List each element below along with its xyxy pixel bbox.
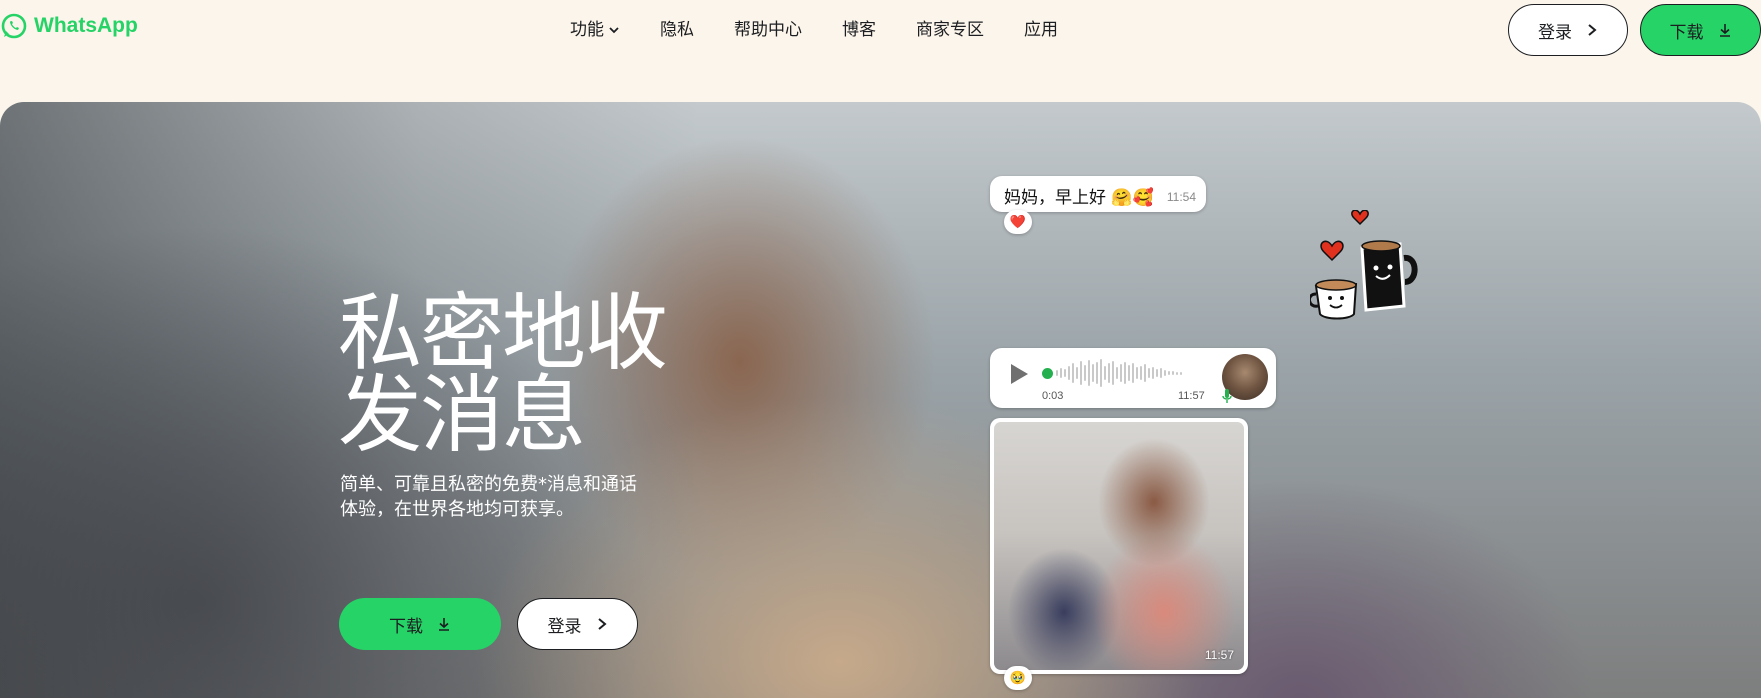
whatsapp-logo-icon bbox=[1, 13, 27, 39]
header-download-button[interactable]: 下载 bbox=[1640, 4, 1761, 56]
login-label: 登录 bbox=[547, 616, 582, 637]
photo-time: 11:57 bbox=[1204, 648, 1234, 662]
emoji-reaction-icon: 🥹 bbox=[1004, 666, 1032, 690]
nav-item-blog[interactable]: 博客 bbox=[822, 18, 896, 42]
chat-photo-bubble[interactable]: 11:57 bbox=[990, 418, 1248, 674]
brand-name: WhatsApp bbox=[34, 14, 138, 37]
nav-item-label: 博客 bbox=[842, 20, 876, 40]
hero-subtitle: 简单、可靠且私密的免费*消息和通话 体验，在世界各地均可获享。 bbox=[340, 472, 660, 522]
hero-subtitle-line1: 简单、可靠且私密的免费*消息和通话 bbox=[340, 474, 637, 495]
hero-title-line2: 发消息 bbox=[338, 366, 586, 464]
hero-title-line1: 私密地收 bbox=[338, 284, 668, 382]
voice-message-bubble: 0:03 11:57 bbox=[990, 348, 1276, 408]
top-navigation-bar: WhatsApp 功能 隐私 帮助中心 博客 商家专区 应用 登录 下载 bbox=[0, 0, 1761, 102]
header-login-button[interactable]: 登录 bbox=[1508, 4, 1628, 56]
voice-waveform bbox=[1056, 358, 1206, 388]
heart-reaction-icon: ❤️ bbox=[1004, 210, 1032, 234]
download-label: 下载 bbox=[389, 616, 423, 637]
play-icon[interactable] bbox=[1008, 362, 1030, 386]
whatsapp-logo[interactable]: WhatsApp bbox=[0, 12, 138, 40]
chevron-right-icon bbox=[1588, 24, 1597, 36]
download-icon bbox=[1719, 24, 1730, 37]
nav-item-privacy[interactable]: 隐私 bbox=[640, 18, 714, 42]
chevron-right-icon bbox=[597, 618, 607, 630]
hero-login-button[interactable]: 登录 bbox=[517, 598, 638, 650]
main-nav: 功能 隐私 帮助中心 博客 商家专区 应用 bbox=[570, 18, 1078, 42]
login-label: 登录 bbox=[1538, 22, 1572, 43]
hero-title: 私密地收 发消息 bbox=[338, 284, 698, 464]
download-icon bbox=[439, 618, 449, 631]
nav-item-label: 功能 bbox=[570, 20, 604, 40]
nav-item-apps[interactable]: 应用 bbox=[1004, 18, 1078, 42]
hero-download-button[interactable]: 下载 bbox=[339, 598, 501, 650]
chat-message-time: 11:54 bbox=[1166, 190, 1196, 204]
hero-section: 私密地收 发消息 简单、可靠且私密的免费*消息和通话 体验，在世界各地均可获享。… bbox=[0, 102, 1761, 698]
chat-photo-image: 11:57 bbox=[994, 422, 1244, 670]
nav-item-label: 商家专区 bbox=[916, 20, 984, 40]
voice-time: 11:57 bbox=[1178, 390, 1205, 402]
nav-item-help-center[interactable]: 帮助中心 bbox=[714, 18, 822, 42]
nav-item-features[interactable]: 功能 bbox=[570, 18, 640, 42]
chat-message-text: 妈妈，早上好 🤗🥰 bbox=[1004, 188, 1154, 208]
chat-text-bubble: 妈妈，早上好 🤗🥰 11:54 bbox=[990, 176, 1206, 212]
microphone-icon bbox=[1222, 389, 1232, 403]
voice-duration: 0:03 bbox=[1042, 390, 1064, 402]
nav-item-label: 应用 bbox=[1024, 20, 1058, 40]
chevron-down-icon bbox=[609, 27, 619, 34]
nav-item-label: 帮助中心 bbox=[734, 20, 802, 40]
download-label: 下载 bbox=[1669, 22, 1704, 43]
nav-item-business[interactable]: 商家专区 bbox=[896, 18, 1004, 42]
coffee-mugs-sticker-icon bbox=[1310, 210, 1418, 320]
nav-item-label: 隐私 bbox=[660, 20, 694, 40]
voice-progress-dot[interactable] bbox=[1042, 368, 1053, 379]
hero-subtitle-line2: 体验，在世界各地均可获享。 bbox=[340, 499, 574, 520]
